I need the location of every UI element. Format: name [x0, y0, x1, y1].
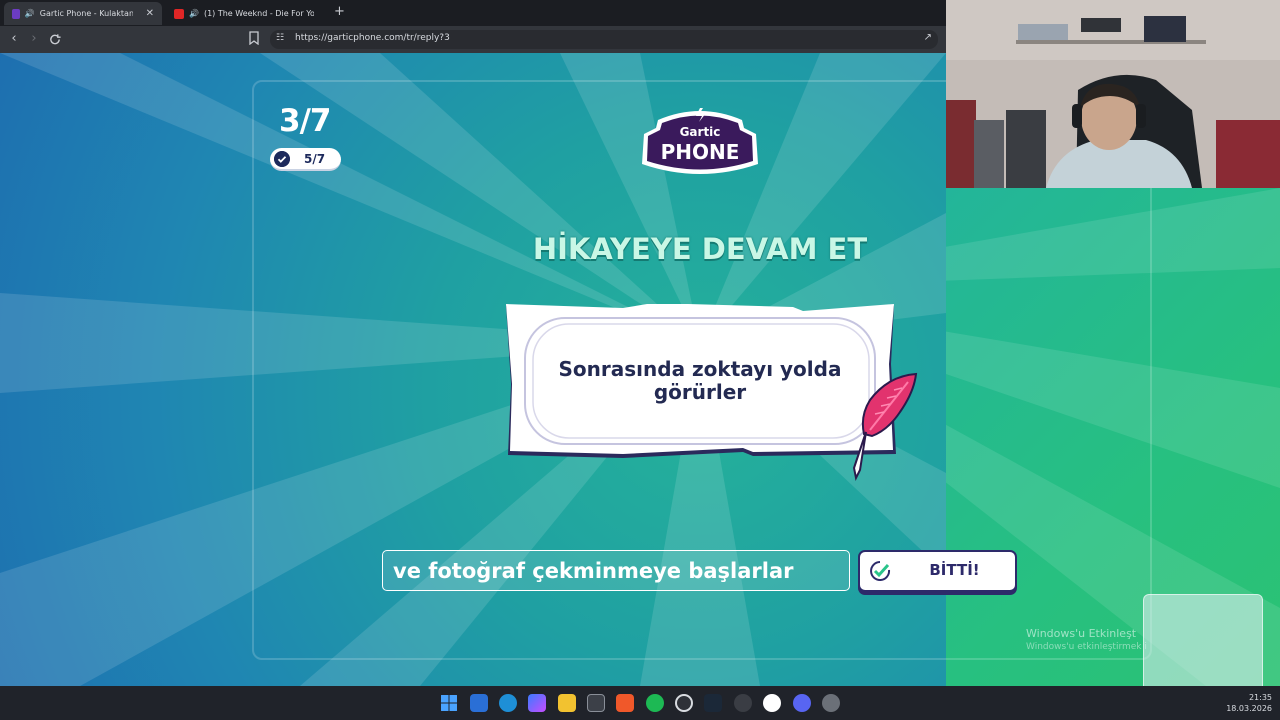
- tab-gartic-phone[interactable]: 🔊 Gartic Phone - Kulaktan Kulağ ✕: [4, 2, 162, 25]
- audio-playing-icon[interactable]: 🔊: [25, 9, 35, 18]
- back-icon[interactable]: ‹: [6, 31, 22, 46]
- webcam-overlay: [946, 0, 1280, 188]
- tab-title: (1) The Weeknd - Die For You (Ly: [203, 9, 314, 18]
- answer-input-box[interactable]: [382, 550, 850, 591]
- players-done-badge: 5/7: [270, 148, 341, 171]
- brave-icon[interactable]: [616, 694, 634, 712]
- gartic-favicon-icon: [12, 8, 20, 19]
- prompt-text: Sonrasında zoktayı yolda görürler: [558, 357, 842, 404]
- audio-playing-icon[interactable]: 🔊: [189, 9, 199, 18]
- file-explorer-icon[interactable]: [558, 694, 576, 712]
- page-heading: HİKAYEYE DEVAM ET: [532, 232, 868, 266]
- tab-youtube[interactable]: 🔊 (1) The Weeknd - Die For You (Ly: [166, 2, 326, 25]
- close-tab-icon[interactable]: ✕: [146, 8, 154, 19]
- settings-icon[interactable]: [822, 694, 840, 712]
- spotify-icon[interactable]: [646, 694, 664, 712]
- windows-start-icon[interactable]: [440, 694, 458, 712]
- logo-text-top: Gartic: [680, 125, 721, 139]
- youtube-favicon-icon: [174, 8, 184, 19]
- steam-icon[interactable]: [704, 694, 722, 712]
- windows-activation-notice: Windows'u Etkinleşt Windows'u etkinleşti…: [1026, 627, 1147, 652]
- quill-feather-icon: [852, 372, 918, 482]
- new-tab-button[interactable]: +: [334, 4, 345, 19]
- discord-icon[interactable]: [793, 694, 811, 712]
- players-done-count: 5/7: [304, 152, 326, 166]
- activation-subtitle: Windows'u etkinleştirmek i: [1026, 642, 1147, 652]
- activation-title: Windows'u Etkinleşt: [1026, 627, 1137, 640]
- logo-text-bottom: PHONE: [661, 140, 740, 164]
- browser-tab-bar: 🔊 Gartic Phone - Kulaktan Kulağ ✕ 🔊 (1) …: [0, 0, 946, 26]
- forward-icon[interactable]: ›: [26, 31, 42, 46]
- check-icon: [274, 151, 290, 167]
- tab-title: Gartic Phone - Kulaktan Kulağ: [39, 9, 133, 18]
- gartic-phone-logo: Gartic PHONE: [642, 108, 758, 174]
- reload-icon[interactable]: [47, 33, 63, 46]
- share-icon[interactable]: ↗: [924, 32, 932, 43]
- clock-time: 21:35: [1248, 693, 1272, 702]
- mail-icon[interactable]: [470, 694, 488, 712]
- bookmark-icon[interactable]: [248, 31, 260, 45]
- system-clock[interactable]: 21:35 18.03.2026: [1226, 692, 1272, 714]
- url-text[interactable]: https://garticphone.com/tr/reply?3: [295, 33, 450, 43]
- edge-icon[interactable]: [499, 694, 517, 712]
- store-icon[interactable]: [587, 694, 605, 712]
- app-icon[interactable]: [734, 694, 752, 712]
- done-button-label: BİTTİ!: [929, 561, 980, 579]
- app-icon-2[interactable]: [763, 694, 781, 712]
- copilot-icon[interactable]: [528, 694, 546, 712]
- answer-input[interactable]: [383, 551, 849, 590]
- round-counter: 3/7: [279, 103, 331, 139]
- done-button[interactable]: BİTTİ!: [858, 550, 1017, 592]
- clock-date: 18.03.2026: [1226, 704, 1272, 713]
- taskbar: [0, 686, 1280, 720]
- address-bar[interactable]: ☷ https://garticphone.com/tr/reply?3 ↗: [270, 30, 938, 49]
- screen: { "browser": { "tabs": [ {"title": "Gart…: [0, 0, 1280, 720]
- site-settings-icon[interactable]: ☷: [276, 33, 284, 43]
- obs-icon[interactable]: [675, 694, 693, 712]
- check-circle-icon: [870, 561, 891, 581]
